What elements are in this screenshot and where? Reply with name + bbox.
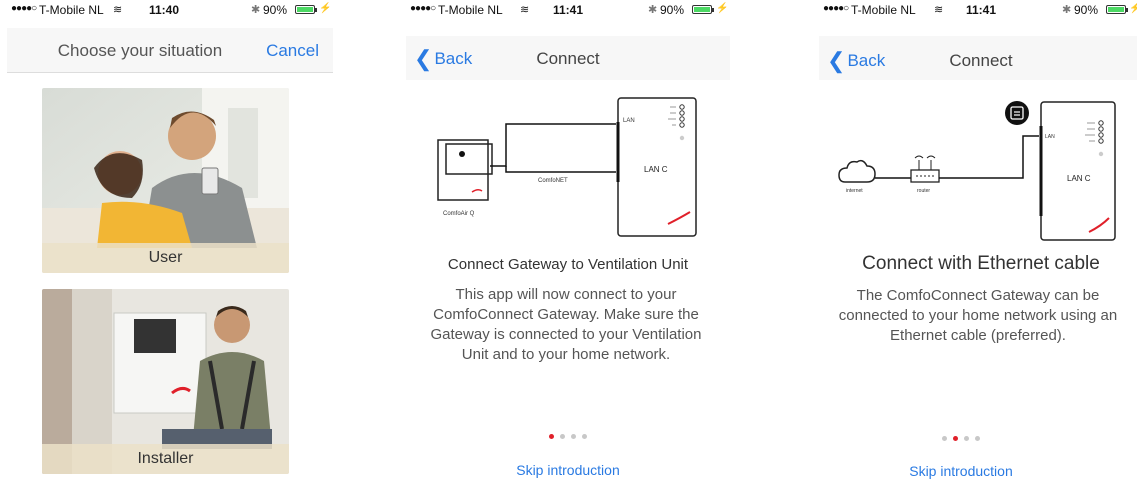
gateway-diagram: ComfoAir Q ComfoNET LAN LAN C <box>437 97 697 237</box>
charging-icon: ⚡ <box>716 3 729 14</box>
page-dot-3 <box>571 434 576 439</box>
navigation-bar: Choose your situation Cancel <box>7 28 333 73</box>
status-time: 11:40 <box>149 3 180 17</box>
page-title: Connect <box>536 49 600 68</box>
gateway-illustration <box>1039 101 1116 241</box>
option-installer-label: Installer <box>42 444 289 474</box>
status-bar: ●●●●○ T-Mobile NL ≋ 11:41 ✱ 90% ⚡ <box>819 0 1137 18</box>
bluetooth-icon: ✱ <box>1062 4 1072 16</box>
screen-choose-situation: ●●●●○ T-Mobile NL ≋ 11:40 ✱ 90% ⚡ Choose… <box>7 0 333 492</box>
battery-icon <box>692 5 714 14</box>
status-time: 11:41 <box>553 3 584 17</box>
page-dot-1 <box>549 434 554 439</box>
carrier-name: T-Mobile NL <box>851 3 916 17</box>
skip-introduction-link[interactable]: Skip introduction <box>406 462 730 478</box>
cable-label: ComfoNET <box>538 178 568 184</box>
page-indicator <box>406 426 730 444</box>
cloud-icon <box>838 159 876 183</box>
ventilation-unit-illustration <box>437 139 493 201</box>
screen-connect-intro-2: ●●●●○ T-Mobile NL ≋ 11:41 ✱ 90% ⚡ ❮ Back … <box>819 0 1137 492</box>
intro-heading: Connect with Ethernet cable <box>862 253 1100 274</box>
wifi-icon: ≋ <box>520 4 530 16</box>
carrier-name: T-Mobile NL <box>438 3 503 17</box>
gateway-label: LAN C <box>1067 174 1091 183</box>
page-title: Choose your situation <box>57 41 223 60</box>
charging-icon: ⚡ <box>319 3 332 14</box>
router-label: router <box>917 188 930 194</box>
battery-fill <box>297 7 313 12</box>
charging-icon: ⚡ <box>1129 3 1137 14</box>
ethernet-diagram: internet router LAN LAN C <box>838 101 1116 241</box>
status-bar: ●●●●○ T-Mobile NL ≋ 11:41 ✱ 90% ⚡ <box>406 0 730 18</box>
page-indicator <box>819 428 1103 446</box>
page-title: Connect <box>949 51 1013 70</box>
router-icon <box>910 155 940 183</box>
internet-label: internet <box>846 188 863 194</box>
page-dot-2 <box>953 436 958 441</box>
battery-icon <box>295 5 317 14</box>
cancel-button[interactable]: Cancel <box>266 41 319 61</box>
navigation-bar: ❮ Back Connect <box>819 36 1137 80</box>
battery-percent: 90% <box>1074 3 1099 17</box>
carrier-name: T-Mobile NL <box>39 3 104 17</box>
status-time: 11:41 <box>966 3 997 17</box>
port-label: LAN <box>1045 134 1055 140</box>
page-dot-2 <box>560 434 565 439</box>
intro-body: This app will now connect to your ComfoC… <box>430 286 702 363</box>
battery-icon <box>1106 5 1128 14</box>
gateway-label: LAN C <box>644 165 668 174</box>
page-dot-3 <box>964 436 969 441</box>
skip-introduction-link[interactable]: Skip introduction <box>819 463 1103 479</box>
bluetooth-icon: ✱ <box>251 4 261 16</box>
screen-connect-intro-1: ●●●●○ T-Mobile NL ≋ 11:41 ✱ 90% ⚡ ❮ Back … <box>406 0 730 492</box>
page-dot-4 <box>582 434 587 439</box>
battery-fill <box>1108 7 1124 12</box>
port-label: LAN <box>623 118 635 124</box>
option-user-label: User <box>42 243 289 273</box>
option-installer-card[interactable]: Installer <box>42 289 289 474</box>
status-bar: ●●●●○ T-Mobile NL ≋ 11:40 ✱ 90% ⚡ <box>7 0 333 18</box>
signal-dots-icon: ●●●●○ <box>410 3 436 14</box>
device-label: ComfoAir Q <box>443 211 475 217</box>
bluetooth-icon: ✱ <box>648 4 658 16</box>
page-dot-4 <box>975 436 980 441</box>
intro-body: The ComfoConnect Gateway can be connecte… <box>838 287 1118 344</box>
intro-heading: Connect Gateway to Ventilation Unit <box>447 256 689 273</box>
wifi-icon: ≋ <box>113 4 123 16</box>
ethernet-port-highlight-icon <box>1005 101 1029 125</box>
option-user-card[interactable]: User <box>42 88 289 273</box>
wifi-icon: ≋ <box>934 4 944 16</box>
battery-percent: 90% <box>263 3 288 17</box>
battery-percent: 90% <box>660 3 685 17</box>
page-dot-1 <box>942 436 947 441</box>
signal-dots-icon: ●●●●○ <box>823 3 849 14</box>
battery-fill <box>694 7 710 12</box>
navigation-bar: ❮ Back Connect <box>406 36 730 80</box>
signal-dots-icon: ●●●●○ <box>11 3 37 14</box>
